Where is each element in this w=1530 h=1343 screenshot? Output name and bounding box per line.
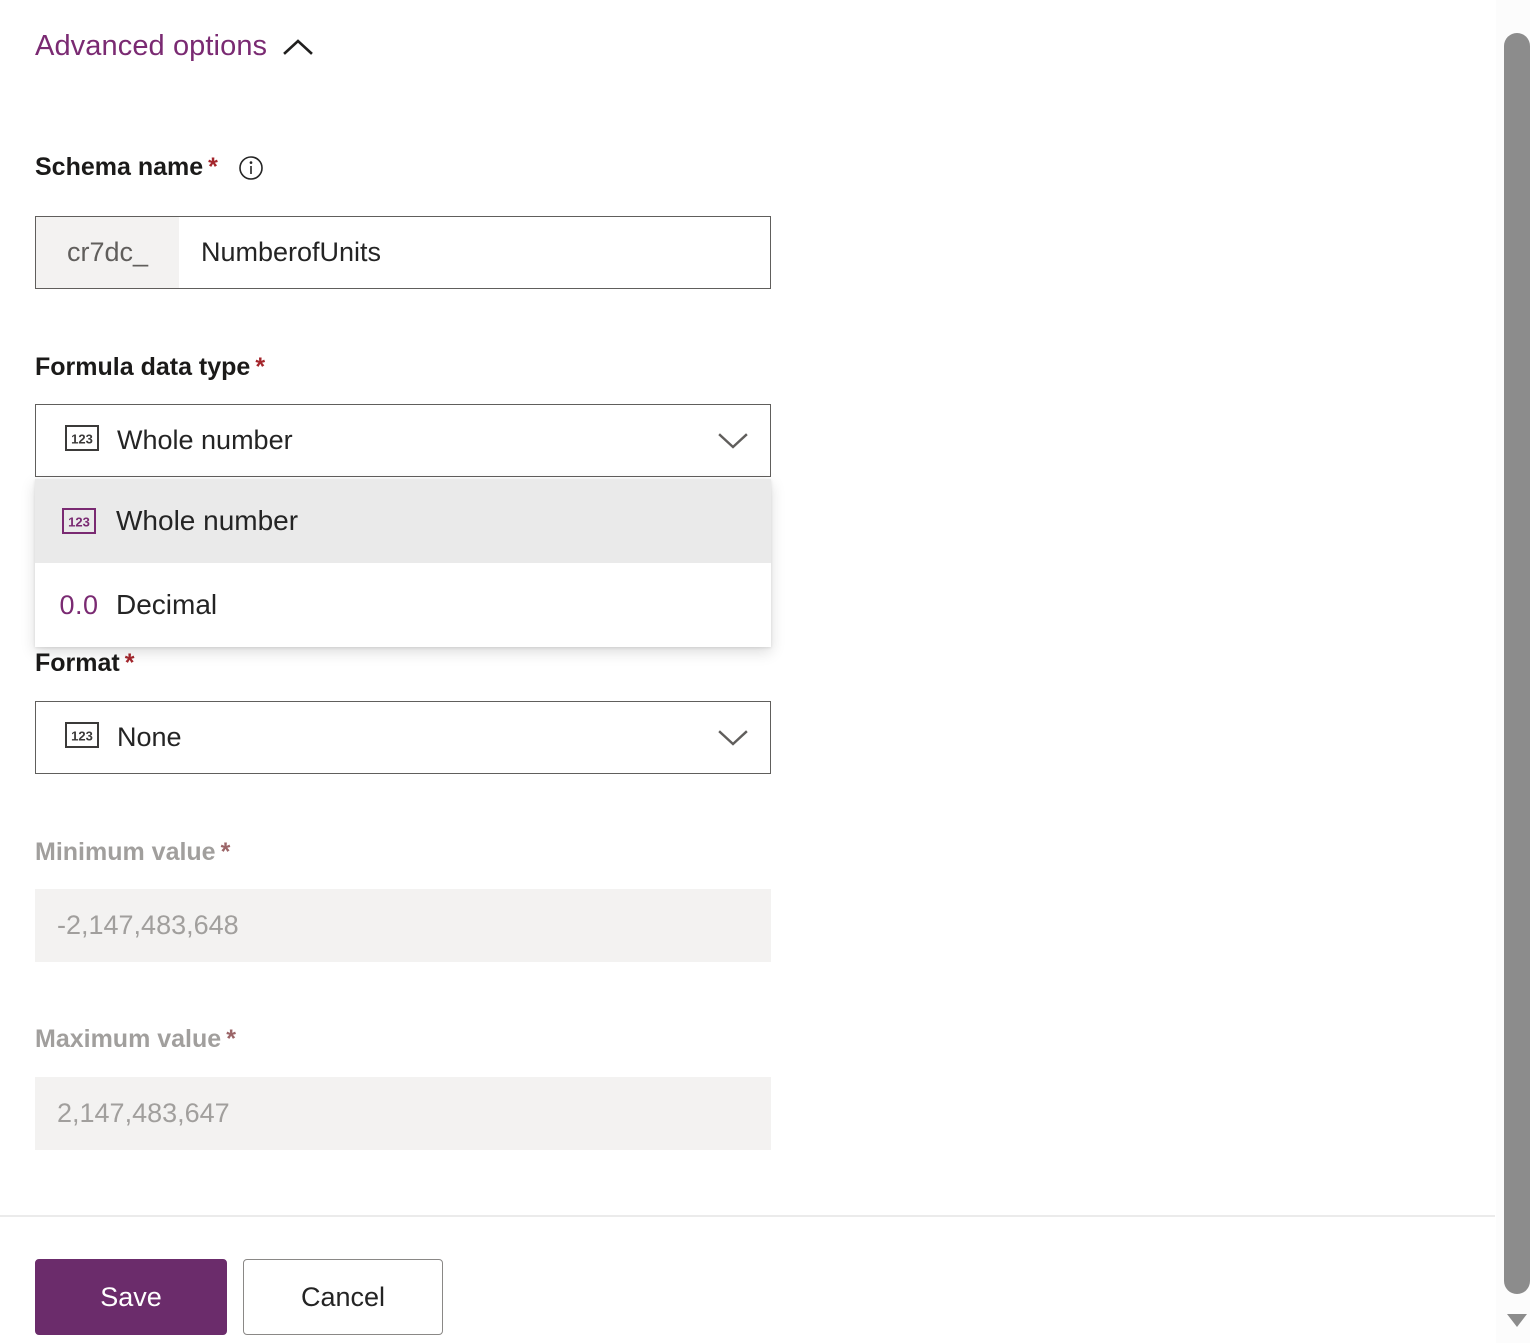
required-marker: * — [221, 838, 231, 866]
schema-name-field[interactable]: cr7dc_ — [35, 216, 771, 289]
option-whole-number[interactable]: 123 Whole number — [35, 479, 771, 563]
minimum-value-input: -2,147,483,648 — [35, 889, 771, 962]
option-label: Decimal — [116, 591, 217, 619]
vertical-scrollbar[interactable] — [1496, 0, 1530, 1343]
format-label: Format* — [35, 651, 134, 676]
formula-data-type-options-list: 123 Whole number 0.0 Decimal — [35, 479, 771, 647]
decimal-00-icon: 0.0 — [57, 592, 101, 619]
advanced-options-toggle[interactable]: Advanced options — [35, 32, 313, 61]
required-marker: * — [226, 1025, 236, 1053]
schema-name-prefix: cr7dc_ — [36, 217, 179, 288]
option-label: Whole number — [116, 507, 298, 535]
schema-name-label: Schema name* — [35, 155, 264, 181]
whole-number-123-icon: 123 — [65, 722, 99, 753]
formula-data-type-value: Whole number — [117, 427, 293, 454]
format-value: None — [117, 724, 182, 751]
svg-text:123: 123 — [68, 515, 90, 530]
maximum-value-input: 2,147,483,647 — [35, 1077, 771, 1150]
required-marker: * — [125, 649, 135, 677]
whole-number-123-icon: 123 — [57, 508, 101, 534]
advanced-options-label: Advanced options — [35, 32, 267, 61]
panel-footer: Save Cancel — [0, 1217, 1496, 1343]
panel-scroll-region: Advanced options Schema name* cr7dc_ — [0, 0, 1496, 1216]
save-button[interactable]: Save — [35, 1259, 227, 1335]
scrollbar-thumb[interactable] — [1504, 33, 1530, 1294]
schema-name-input[interactable] — [179, 217, 770, 288]
required-marker: * — [208, 153, 218, 181]
chevron-up-icon — [283, 38, 313, 56]
info-icon[interactable] — [238, 155, 264, 181]
maximum-value-label: Maximum value* — [35, 1027, 236, 1052]
field-properties-panel: Advanced options Schema name* cr7dc_ — [0, 0, 1496, 1343]
required-marker: * — [255, 353, 265, 381]
minimum-value-label: Minimum value* — [35, 840, 230, 865]
whole-number-123-icon: 123 — [65, 425, 99, 456]
decimal-glyph: 0.0 — [59, 592, 98, 619]
formula-data-type-dropdown[interactable]: 123 Whole number — [35, 404, 771, 477]
option-decimal[interactable]: 0.0 Decimal — [35, 563, 771, 647]
format-dropdown[interactable]: 123 None — [35, 701, 771, 774]
svg-text:123: 123 — [71, 729, 93, 744]
scroll-down-arrow-icon[interactable] — [1504, 1310, 1530, 1330]
svg-text:123: 123 — [71, 432, 93, 447]
formula-data-type-label: Formula data type* — [35, 355, 265, 380]
cancel-button[interactable]: Cancel — [243, 1259, 443, 1335]
